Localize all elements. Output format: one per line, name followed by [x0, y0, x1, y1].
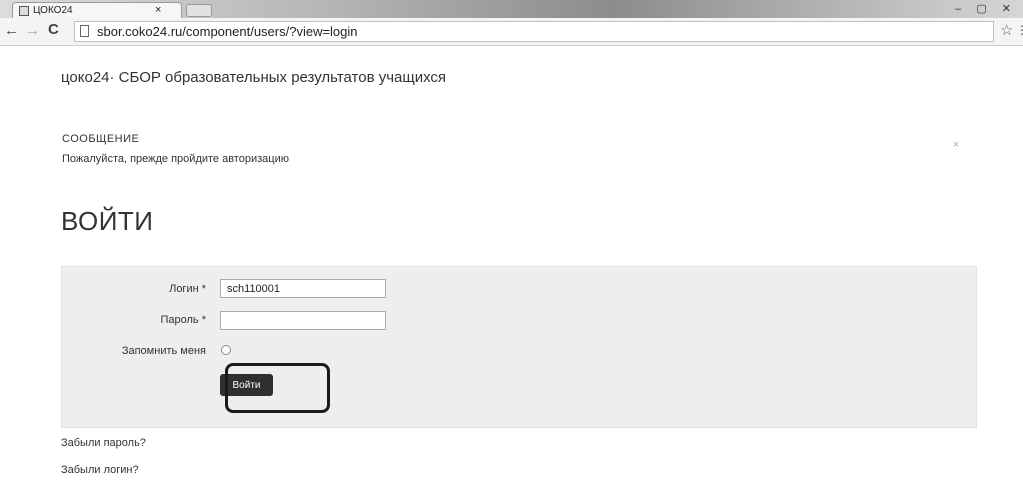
favicon-icon [19, 6, 29, 16]
login-input[interactable] [220, 279, 386, 298]
address-bar[interactable]: sbor.coko24.ru/component/users/?view=log… [74, 21, 994, 42]
site-title: цоко24· СБОР образовательных результатов… [61, 69, 447, 86]
forgot-password-link[interactable]: Забыли пароль? [61, 437, 146, 449]
password-label: Пароль * [160, 314, 206, 326]
password-input[interactable] [220, 311, 386, 330]
tab-title: ЦОКО24 [33, 5, 73, 16]
url-text[interactable]: sbor.coko24.ru/component/users/?view=log… [97, 24, 358, 39]
tab-close-icon[interactable]: × [155, 4, 161, 16]
back-arrow-icon[interactable]: ← [4, 22, 19, 39]
browser-menu-icon[interactable]: ⋮ [1016, 23, 1023, 37]
message-close-icon[interactable]: × [953, 139, 959, 151]
page-title: ВОЙТИ [61, 206, 154, 236]
forward-arrow-icon[interactable]: → [25, 22, 40, 39]
window-controls[interactable]: – ▢ ✕ [955, 2, 1017, 15]
browser-titlebar: ЦОКО24 × – ▢ ✕ [0, 0, 1023, 20]
message-heading: СООБЩЕНИЕ [62, 133, 140, 145]
page-icon [80, 25, 89, 37]
star-icon[interactable]: ☆ [1000, 21, 1013, 39]
login-button[interactable]: Войти [220, 374, 273, 396]
login-label: Логин * [169, 283, 206, 295]
message-text: Пожалуйста, прежде пройдите авторизацию [62, 153, 289, 165]
new-tab-button[interactable] [186, 4, 212, 17]
remember-me-checkbox[interactable] [221, 345, 231, 355]
reload-icon[interactable]: C [48, 21, 59, 38]
remember-me-label: Запомнить меня [121, 345, 206, 357]
browser-toolbar: ← → C sbor.coko24.ru/component/users/?vi… [0, 18, 1023, 46]
forgot-login-link[interactable]: Забыли логин? [61, 464, 139, 476]
